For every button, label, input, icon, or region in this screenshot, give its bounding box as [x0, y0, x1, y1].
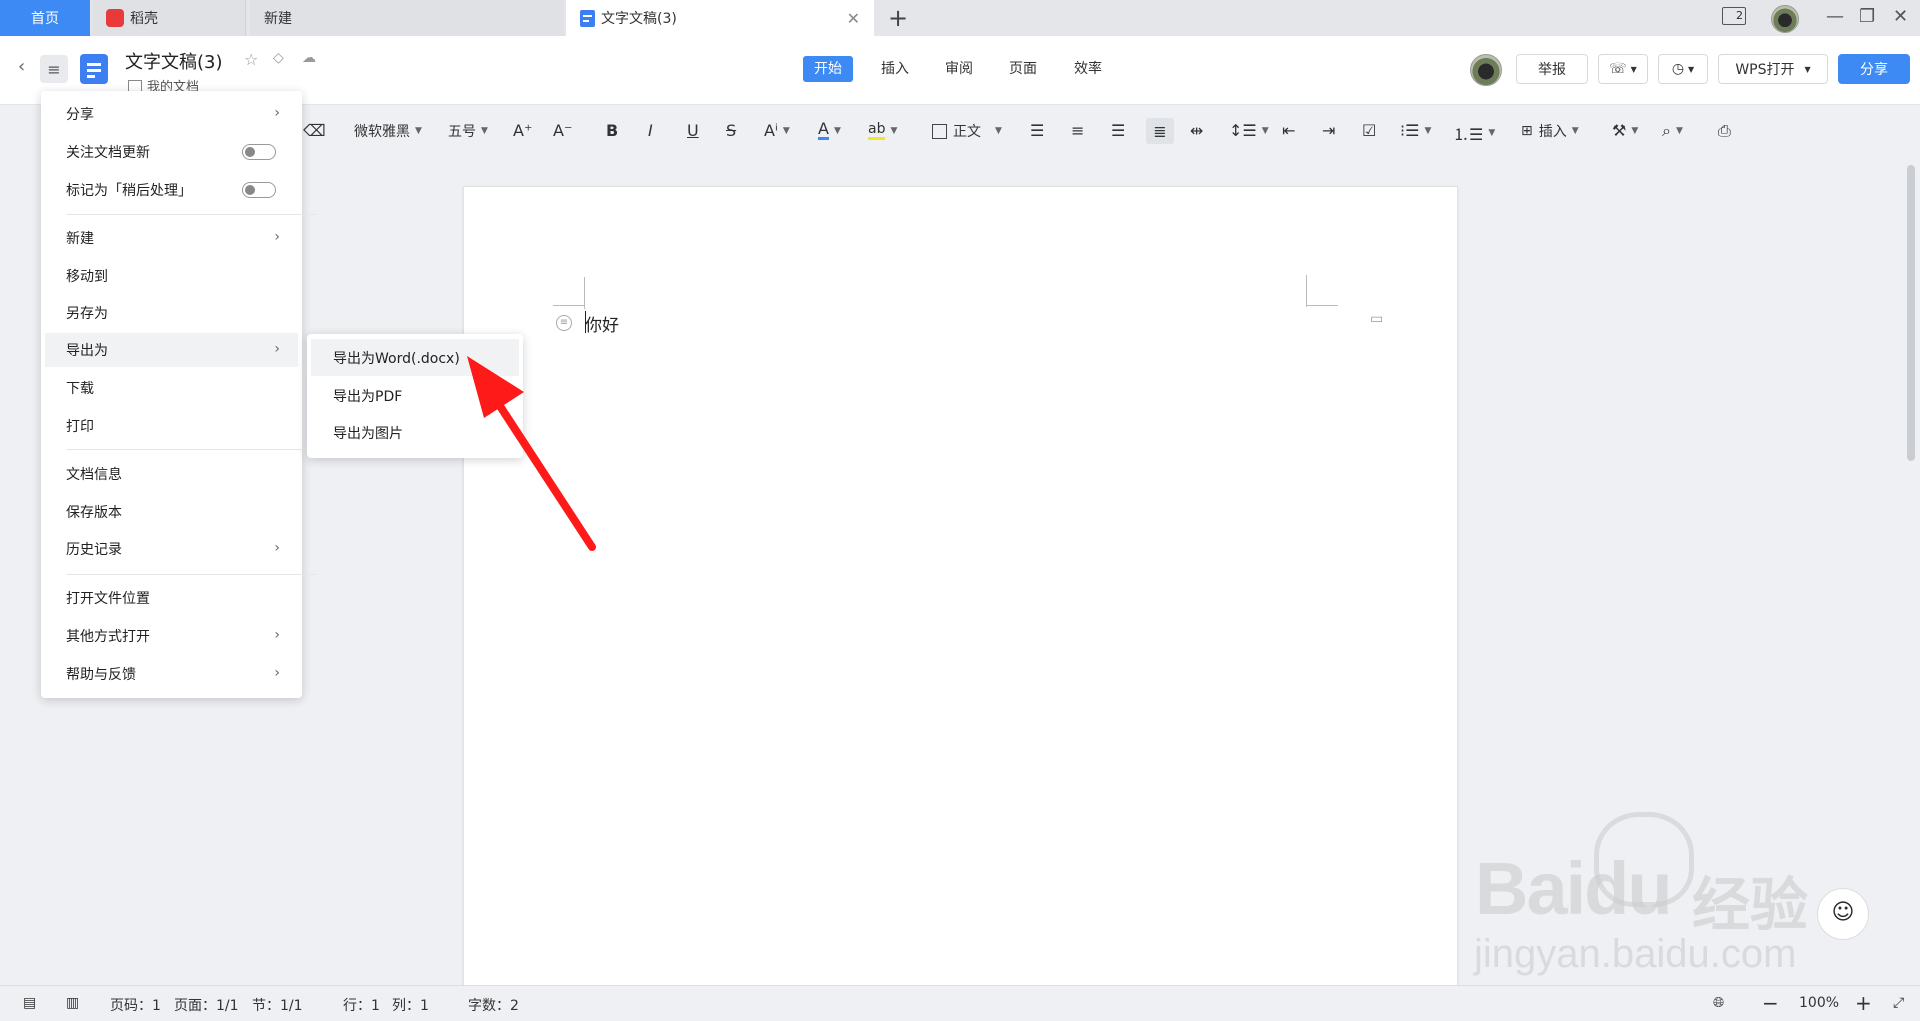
status-page: 页面：1/1 [174, 998, 239, 1014]
watermark-url: jingyan.baidu.com [1474, 932, 1797, 976]
zoom-out-icon[interactable]: − [1762, 991, 1779, 1015]
arrow-head [467, 356, 524, 418]
status-section: 节：1/1 [252, 998, 303, 1014]
network-status-icon[interactable]: 🌐︎ [1713, 995, 1724, 1011]
status-word-count[interactable]: 字数：2 [468, 995, 519, 1015]
assistant-mascot-icon[interactable]: ☺ [1817, 888, 1869, 940]
zoom-in-icon[interactable]: + [1855, 991, 1872, 1015]
watermark-paw-icon [1594, 812, 1694, 907]
status-column: 列：1 [392, 998, 429, 1014]
fullscreen-icon[interactable]: ⤢ [1893, 995, 1904, 1011]
watermark-cn: 经验 [1692, 873, 1809, 938]
status-row: 行：1 [343, 998, 380, 1014]
status-bar: ▤ ▥ 页码：1 页面：1/1 节：1/1 行：1 列：1 字数：2 🌐︎ − … [0, 985, 1920, 1021]
zoom-level[interactable]: 100% [1799, 995, 1839, 1011]
page-view-icon[interactable]: ▥ [66, 995, 79, 1011]
status-page-number: 页码：1 [110, 998, 161, 1014]
arrow-shaft [492, 396, 596, 551]
outline-view-icon[interactable]: ▤ [23, 995, 36, 1011]
